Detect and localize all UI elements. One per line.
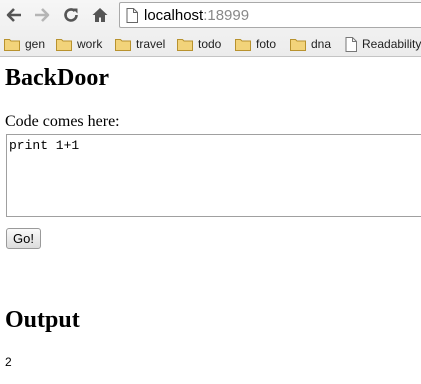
bookmark-label: foto: [256, 37, 277, 51]
folder-icon: [56, 38, 72, 51]
bookmarks-bar: gen work travel todo foto dna Readabilit…: [0, 31, 421, 56]
bookmark-gen[interactable]: gen: [4, 35, 45, 53]
bookmark-travel[interactable]: travel: [115, 35, 165, 53]
bookmark-label: gen: [25, 37, 46, 51]
home-icon[interactable]: [88, 3, 112, 27]
back-icon[interactable]: [2, 3, 26, 27]
bookmark-work[interactable]: work: [56, 35, 102, 53]
address-bar[interactable]: localhost:18999: [119, 2, 421, 28]
bookmark-label: todo: [198, 37, 222, 51]
folder-icon: [235, 38, 251, 51]
url-host: localhost: [144, 6, 204, 24]
folder-icon: [290, 38, 306, 51]
page-title: BackDoor: [5, 65, 109, 91]
page-icon: [345, 36, 357, 52]
code-label: Code comes here:: [5, 113, 120, 130]
bookmark-label: Readability: [362, 37, 421, 51]
bookmark-readability[interactable]: Readability: [345, 35, 421, 53]
bookmark-dna[interactable]: dna: [290, 35, 331, 53]
folder-icon: [4, 38, 20, 51]
folder-icon: [177, 38, 193, 51]
output-value: 2: [5, 355, 12, 369]
forward-icon[interactable]: [30, 3, 54, 27]
bookmark-foto[interactable]: foto: [235, 35, 276, 53]
folder-icon: [115, 38, 131, 51]
browser-toolbar: localhost:18999: [0, 0, 421, 30]
output-heading: Output: [5, 307, 80, 333]
page-content: BackDoor Code comes here: print 1+1 Go! …: [0, 57, 421, 384]
bookmark-label: dna: [311, 37, 332, 51]
code-textarea[interactable]: print 1+1: [6, 134, 421, 217]
bookmark-label: travel: [136, 37, 166, 51]
browser-chrome: localhost:18999 gen work travel todo fot…: [0, 0, 421, 57]
bookmark-label: work: [77, 37, 103, 51]
url-port: :18999: [203, 6, 250, 24]
reload-icon[interactable]: [59, 3, 83, 27]
bookmark-todo[interactable]: todo: [177, 35, 221, 53]
go-button[interactable]: Go!: [6, 228, 41, 249]
page-icon: [126, 7, 138, 23]
